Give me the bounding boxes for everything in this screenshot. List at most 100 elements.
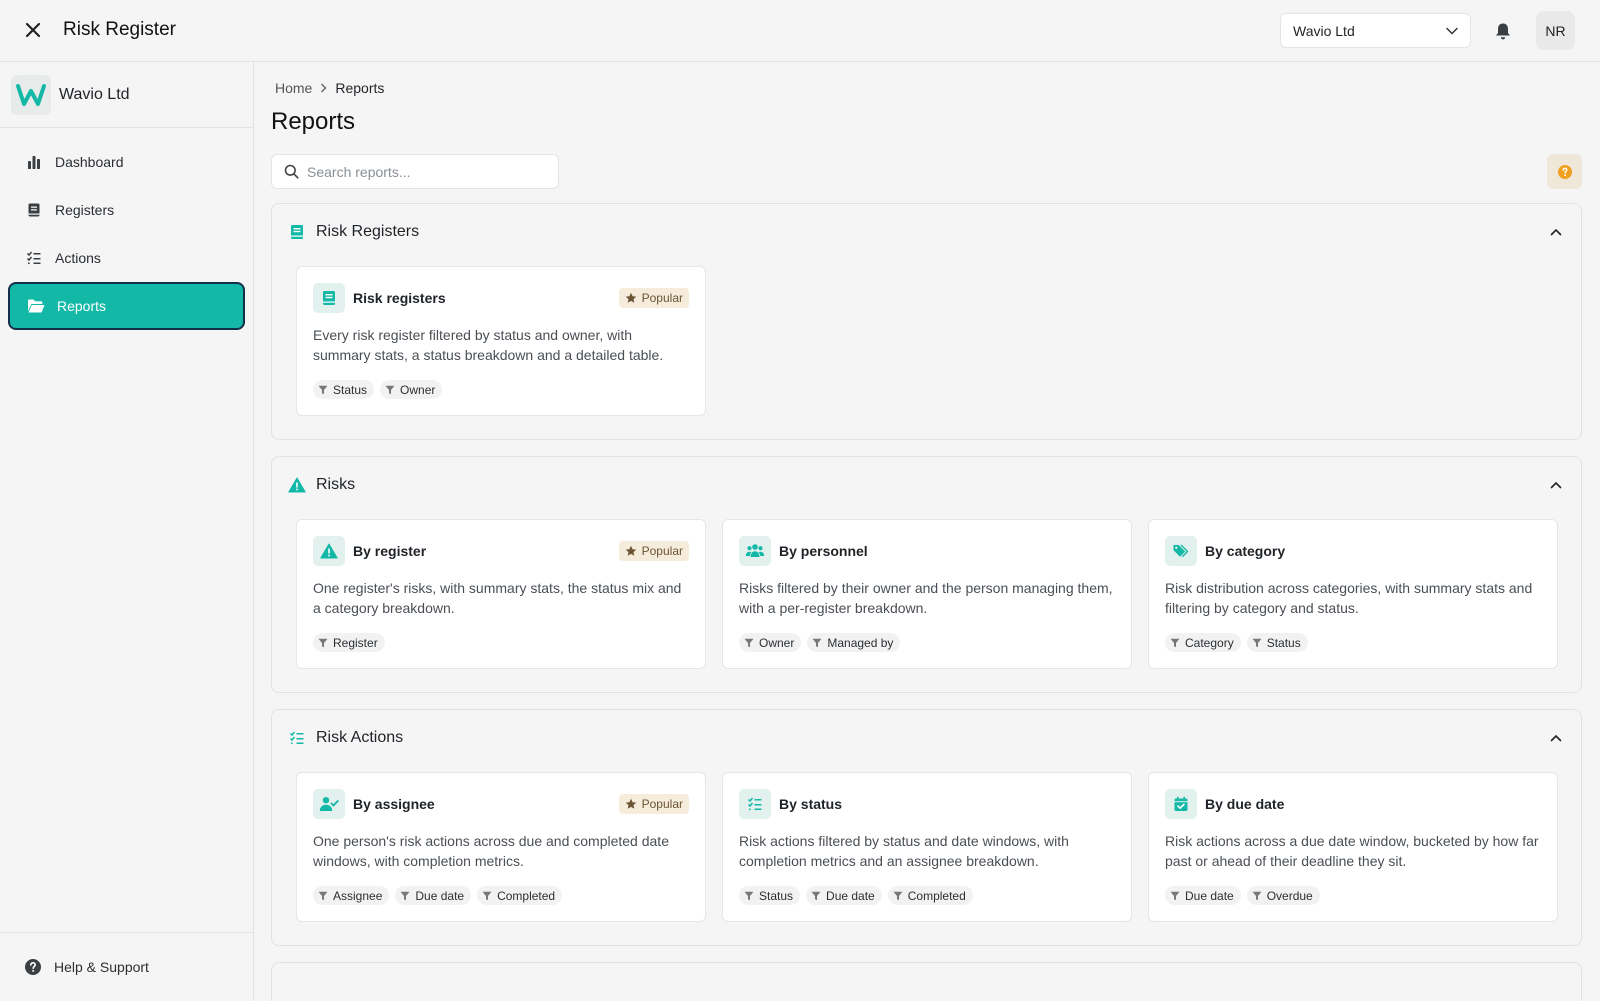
sidebar-item-label: Dashboard [55,154,124,170]
report-card-by-status[interactable]: By status Risk actions filtered by statu… [722,772,1132,922]
filter-tags: Owner Managed by [739,633,901,652]
report-card-by-category[interactable]: By category Risk distribution across cat… [1148,519,1558,669]
filter-icon [385,385,395,395]
page-title: Reports [271,108,356,135]
badge-label: Popular [641,291,683,305]
chevron-up-icon[interactable] [1545,727,1567,749]
filter-label: Status [333,382,368,397]
card-description: Every risk register filtered by status a… [313,327,664,363]
filter-icon [318,638,328,648]
calendar-check-icon [1165,789,1197,819]
filter-tag: Owner [380,380,443,399]
filter-icon [318,385,328,395]
bar-chart-icon [25,153,43,171]
people-icon [739,536,771,566]
chevron-up-icon[interactable] [1545,221,1567,243]
search-input[interactable] [307,163,547,180]
card-description: Risks filtered by their owner and the pe… [739,580,1113,616]
star-icon [625,545,637,557]
filter-tags: Category Status [1165,633,1308,652]
filter-tag: Register [313,633,385,652]
filter-label: Due date [415,888,465,903]
filter-icon [744,638,754,648]
card-title: By personnel [779,543,868,559]
report-card-by-assignee[interactable]: By assignee Popular One person's risk ac… [296,772,706,922]
report-card-by-due-date[interactable]: By due date Risk actions across a due da… [1148,772,1558,922]
section-header[interactable]: Risk Registers [272,204,1581,260]
sidebar-item-actions[interactable]: Actions [8,234,245,282]
filter-label: Completed [497,888,556,903]
filter-tags: Status Due date Completed [739,886,973,905]
avatar[interactable]: NR [1536,11,1575,50]
filter-label: Category [1185,635,1234,650]
help-button[interactable] [1547,154,1582,189]
section-title: Risks [316,476,356,493]
filter-tag: Status [313,380,375,399]
filter-tag: Due date [395,886,472,905]
section-risks: Risks By register Popular One register's… [271,456,1582,693]
filter-icon [811,891,821,901]
sidebar-item-registers[interactable]: Registers [8,186,245,234]
section-risk-actions: Risk Actions By assignee Popular One per… [271,709,1582,946]
filter-tags: Register [313,633,385,652]
sidebar-item-label: Reports [57,298,107,314]
close-button[interactable] [18,15,48,45]
popular-badge: Popular [618,794,689,814]
filter-tag: Managed by [807,633,901,652]
card-description: Risk actions across a due date window, b… [1165,833,1539,869]
checklist-icon [739,789,771,819]
star-icon [625,292,637,304]
section-header[interactable]: Risks [272,457,1581,513]
card-grid: By assignee Popular One person's risk ac… [272,766,1581,922]
filter-tag: Due date [806,886,882,905]
section-title: Risk Actions [316,729,404,746]
filter-icon [400,891,410,901]
report-card-risk-registers[interactable]: Risk registers Popular Every risk regist… [296,266,706,416]
app-title: Risk Register [63,19,176,40]
report-card-by-register[interactable]: By register Popular One register's risks… [296,519,706,669]
bell-icon [1496,23,1510,39]
notifications-button[interactable] [1489,17,1517,45]
filter-label: Assignee [333,888,383,903]
filter-icon [1170,638,1180,648]
org-name: Wavio Ltd [59,85,130,103]
sidebar-item-reports[interactable]: Reports [8,282,245,330]
main-content: Home Reports Reports Risk Registers [255,62,1600,1001]
filter-tag: Assignee [313,886,390,905]
filter-tags: Due date Overdue [1165,886,1320,905]
sidebar-item-label: Actions [55,250,101,266]
filter-tag: Completed [477,886,563,905]
book-icon [313,283,345,313]
breadcrumb-home[interactable]: Home [275,80,312,96]
book-icon [25,201,43,219]
folder-open-icon [27,297,45,315]
close-icon [25,22,41,38]
filter-label: Due date [1185,888,1234,903]
warning-icon [288,476,306,494]
report-card-by-personnel[interactable]: By personnel Risks filtered by their own… [722,519,1132,669]
filter-tags: Status Owner [313,380,443,399]
org-select[interactable]: Wavio Ltd [1280,13,1471,48]
badge-label: Popular [641,544,683,558]
sidebar: Wavio Ltd Dashboard Registers Actions Re… [0,62,254,1001]
help-support-link[interactable]: Help & Support [0,932,254,1001]
filter-tag: Overdue [1246,886,1320,905]
card-description: One person's risk actions across due and… [313,833,669,869]
search-box [271,154,559,189]
filter-label: Status [759,888,794,903]
card-description: Risk distribution across categories, wit… [1165,580,1533,616]
sidebar-item-label: Registers [55,202,115,218]
filter-tag: Completed [887,886,973,905]
section-header[interactable]: Risk Actions [272,710,1581,766]
card-title: By due date [1205,796,1285,812]
chevron-right-icon [320,83,327,93]
filter-icon [1170,891,1180,901]
chevron-up-icon[interactable] [1545,474,1567,496]
sidebar-item-dashboard[interactable]: Dashboard [8,138,245,186]
filter-tag: Category [1165,633,1241,652]
filter-icon [893,891,903,901]
filter-label: Due date [826,888,875,903]
checklist-icon [25,249,43,267]
filter-label: Overdue [1266,888,1313,903]
star-icon [625,798,637,810]
